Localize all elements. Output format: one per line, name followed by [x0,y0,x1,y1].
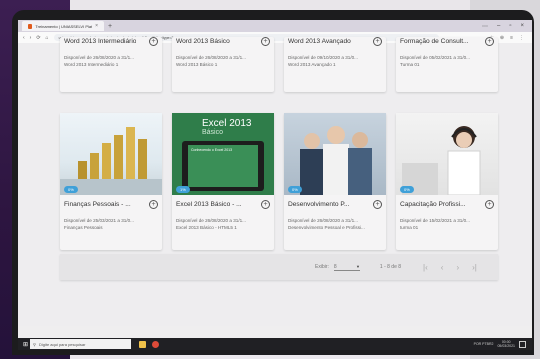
maximize-icon[interactable]: ▫ [509,23,511,30]
course-class: Excel 2013 Básico - HTML5 1 [176,225,237,230]
back-icon[interactable]: ‹ [23,35,25,41]
taskbar-apps [139,340,159,348]
reload-icon[interactable]: ⟳ [36,35,40,41]
course-class: Word 2013 Intermediário 1 [64,62,119,67]
course-class: Turma 01 [400,62,420,67]
browser-tab-bar: Treinamento | UNIASSELVI Platform × + ⋯ … [18,20,532,32]
site-favicon-icon [28,23,33,29]
window-controls: ⋯ – ▫ × [482,23,532,30]
coin-stacks-icon [60,127,162,195]
page-size-label: Exibir: [315,264,329,270]
course-availability: Disponível de 26/08/2020 a 31/1... [176,218,246,223]
course-title: Word 2013 Intermediário [64,38,137,45]
course-class: Finanças Pessoais [64,225,103,230]
course-card[interactable]: Word 2013 Avançado + Disponível de 09/10/… [284,37,386,92]
search-icon: ⚲ [33,341,36,347]
previous-page-icon[interactable]: ‹ [441,263,444,272]
course-catalog: Word 2013 Intermediário + Disponível de 2… [18,37,532,326]
pagination-bar: Exibir: 8 ▼ 1 - 8 de 8 |‹ ‹ › ›| [60,254,498,280]
page-size-value: 8 [333,263,337,270]
headset-operator-icon [402,126,481,195]
taskbar-search-placeholder: Digite aqui para pesquisar [38,341,86,347]
tablet-screen: Conhecendo o Excel 2013 [182,141,264,191]
tray-language[interactable]: POR PTBR2 [474,342,494,346]
add-course-icon[interactable]: + [149,37,158,46]
last-page-icon[interactable]: ›| [472,263,477,272]
progress-badge: 0% [288,186,302,193]
thumbnail-subtitle: Básico [202,129,224,136]
windows-taskbar: ⊞ ⚲ Digite aqui para pesquisar POR PTBR2… [18,338,532,350]
course-card-desenvolvimento[interactable]: 0% Desenvolvimento P... + Disponível de 2… [284,113,386,250]
clock[interactable]: 00:00 05/03/2021 [497,340,515,348]
business-team-icon [300,126,372,195]
page-size-select[interactable]: 8 ▼ [333,263,360,271]
settings-icon[interactable]: ⋯ [482,23,488,30]
add-course-icon[interactable]: + [261,37,270,46]
system-tray: POR PTBR2 00:00 05/03/2021 [474,340,532,348]
course-title: Finanças Pessoais - ... [64,201,131,208]
course-availability: Disponível de 26/08/2020 a 31/1... [288,218,358,223]
progress-badge: 0% [400,186,414,193]
course-title: Desenvolvimento P... [288,201,350,208]
first-page-icon[interactable]: |‹ [423,263,428,272]
course-availability: Disponível de 26/08/2020 a 31/1... [176,55,246,60]
course-card[interactable]: Word 2013 Básico + Disponível de 26/08/20… [172,37,274,92]
windows-start-icon[interactable]: ⊞ [21,341,30,348]
tablet-panel-text: Conhecendo o Excel 2013 [191,148,233,152]
pagination-nav: |‹ ‹ › ›| [423,263,477,272]
page-range: 1 - 8 de 8 [379,264,402,270]
course-card[interactable]: Word 2013 Intermediário + Disponível de 2… [60,37,162,92]
home-icon[interactable]: ⌂ [46,35,49,41]
progress-badge: 0% [64,186,78,193]
add-course-icon[interactable]: + [373,37,382,46]
course-availability: Disponível de 15/02/2021 a 31/0... [400,218,470,223]
course-title: Capacitação Profissi... [400,201,466,208]
course-availability: Disponível de 25/03/2021 a 31/0... [64,218,134,223]
tab-title: Treinamento | UNIASSELVI Platform [35,23,93,29]
course-availability: Disponível de 26/08/2020 a 31/1... [64,55,134,60]
course-thumbnail: 0% [60,113,162,195]
forward-icon[interactable]: › [30,35,32,41]
browser-menu-icon[interactable]: ⋮ [519,35,524,41]
course-thumbnail: Excel 2013 Básico Conhecendo o Excel 201… [172,113,274,195]
progress-badge: 1% [176,186,190,193]
course-title: Word 2013 Avançado [288,38,351,45]
course-availability: Disponível de 05/02/2021 a 31/0... [400,55,470,60]
close-tab-icon[interactable]: × [95,23,98,29]
course-class: Desenvolvimento Pessoal e Profissi... [288,225,365,230]
course-title: Word 2013 Básico [176,38,230,45]
course-title: Formação de Consult... [400,38,469,45]
minimize-icon[interactable]: – [497,23,500,30]
file-explorer-icon[interactable] [139,340,146,348]
course-availability: Disponível de 09/10/2020 a 31/0... [288,55,358,60]
course-class: Word 2013 Básico 1 [176,62,218,67]
course-thumbnail: 0% [284,113,386,195]
new-tab-button[interactable]: + [108,23,112,30]
thumbnail-title: Excel 2013 [202,118,252,129]
next-page-icon[interactable]: › [456,263,459,272]
course-card-excel[interactable]: Excel 2013 Básico Conhecendo o Excel 201… [172,113,274,250]
screen: Treinamento | UNIASSELVI Platform × + ⋯ … [18,20,532,350]
course-class: turma 01 [400,225,419,230]
browser-tab[interactable]: Treinamento | UNIASSELVI Platform × [22,21,104,31]
course-class: Word 2013 Avançado 1 [288,62,336,67]
taskbar-search[interactable]: ⚲ Digite aqui para pesquisar [30,339,131,349]
notifications-icon[interactable] [519,340,526,348]
add-course-icon[interactable]: + [485,200,494,209]
course-card-capacitacao[interactable]: 0% Capacitação Profissi... + Disponível d… [396,113,498,250]
course-thumbnail: 0% [396,113,498,195]
course-title: Excel 2013 Básico - ... [176,201,242,208]
clock-date: 05/03/2021 [497,344,515,348]
add-course-icon[interactable]: + [149,200,158,209]
add-course-icon[interactable]: + [373,200,382,209]
add-course-icon[interactable]: + [485,37,494,46]
course-card-financas[interactable]: 0% Finanças Pessoais - ... + Disponível d… [60,113,162,250]
reading-list-icon[interactable]: ≡ [510,35,513,41]
dropdown-arrow-icon: ▼ [355,263,360,269]
course-card[interactable]: Formação de Consult... + Disponível de 05… [396,37,498,92]
add-course-icon[interactable]: + [261,200,270,209]
extensions-icon[interactable]: ⊕ [500,35,504,41]
chrome-icon[interactable] [152,340,159,348]
close-window-icon[interactable]: × [520,23,524,30]
